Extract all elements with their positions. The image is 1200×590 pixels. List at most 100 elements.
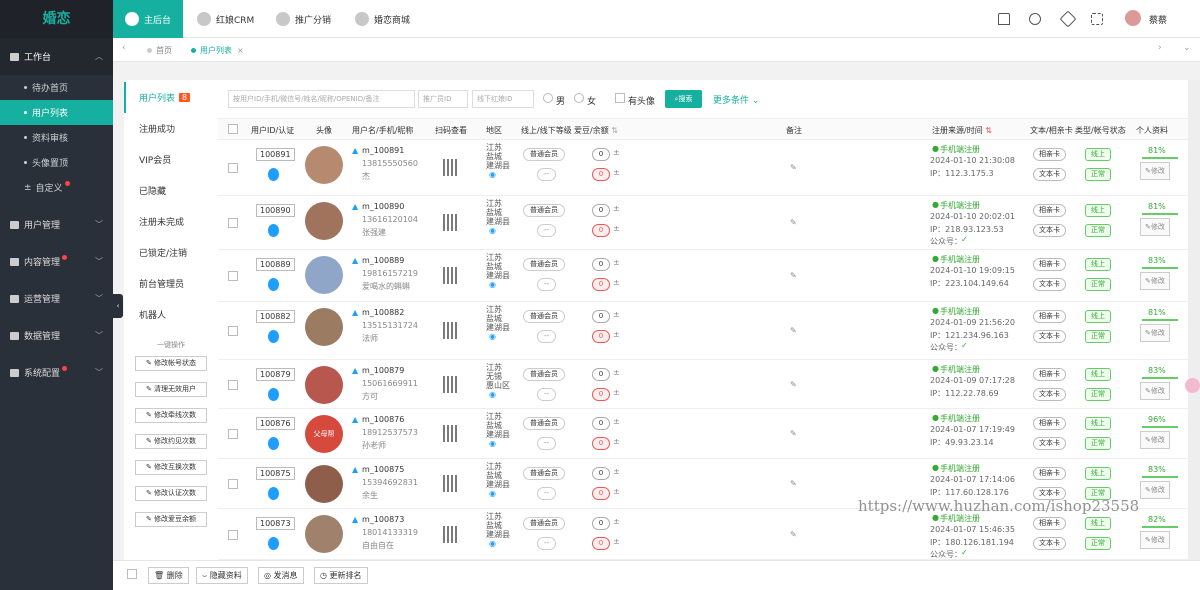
plus-minus-icon[interactable]: ± <box>613 487 620 496</box>
radio-female[interactable] <box>574 93 584 103</box>
sidebar-item-user-list[interactable]: 用户列表 <box>0 100 113 125</box>
nav-group-data[interactable]: 数据管理 ﹀ <box>0 317 113 354</box>
sidebar-item-avatar-top[interactable]: 头像置顶 <box>0 150 113 175</box>
match-card-button[interactable]: 相亲卡 <box>1033 148 1066 161</box>
qr-code-icon[interactable] <box>443 525 459 543</box>
row-checkbox[interactable] <box>228 429 238 439</box>
offline-level-pill[interactable]: -- <box>537 330 557 343</box>
plus-minus-icon[interactable]: ± <box>613 148 620 157</box>
menu-front-admin[interactable]: 前台管理员 <box>124 268 218 299</box>
level-pill[interactable]: 普通会员 <box>523 310 565 323</box>
promoter-id-input[interactable]: 推广员ID <box>418 90 468 108</box>
match-card-button[interactable]: 相亲卡 <box>1033 258 1066 271</box>
chevron-down-icon[interactable]: ⌄ <box>1183 43 1191 53</box>
edit-remark-icon[interactable]: ✎ <box>790 380 797 389</box>
avatar[interactable] <box>305 366 343 404</box>
balance-count[interactable]: 0 <box>592 224 610 237</box>
modify-button[interactable]: ✎修改 <box>1140 162 1170 180</box>
level-pill[interactable]: 普通会员 <box>523 204 565 217</box>
edit-remark-icon[interactable]: ✎ <box>790 479 797 488</box>
offline-level-pill[interactable]: -- <box>537 168 557 181</box>
avatar[interactable] <box>305 515 343 553</box>
level-pill[interactable]: 普通会员 <box>523 368 565 381</box>
qr-code-icon[interactable] <box>443 322 459 339</box>
op-button-5[interactable]: ✎ 修改认证次数 <box>135 486 207 501</box>
match-card-button[interactable]: 相亲卡 <box>1033 467 1066 480</box>
text-card-button[interactable]: 文本卡 <box>1033 537 1066 550</box>
modify-button[interactable]: ✎修改 <box>1140 431 1170 449</box>
user-name[interactable]: 蔡蔡 <box>1149 13 1167 26</box>
floating-helper-icon[interactable] <box>1185 378 1200 393</box>
qr-code-icon[interactable] <box>443 214 459 231</box>
modify-button[interactable]: ✎修改 <box>1140 272 1170 290</box>
plus-minus-icon[interactable]: ± <box>613 224 620 233</box>
clear-icon[interactable] <box>1059 10 1077 28</box>
qr-code-icon[interactable] <box>443 475 459 492</box>
op-button-0[interactable]: ✎ 修改帐号状态 <box>135 356 207 371</box>
search-button[interactable]: ⌕搜索 <box>665 90 702 108</box>
level-pill[interactable]: 普通会员 <box>523 517 565 530</box>
modify-button[interactable]: ✎修改 <box>1140 531 1170 549</box>
level-pill[interactable]: 普通会员 <box>523 148 565 161</box>
nav-group-system[interactable]: 系统配置 ﹀ <box>0 354 113 391</box>
hide-profile-button[interactable]: ⌣ 隐藏资料 <box>196 567 248 584</box>
op-button-6[interactable]: ✎ 修改爱豆余额 <box>135 512 207 527</box>
refresh-icon[interactable] <box>1029 13 1041 25</box>
col-source[interactable]: 注册来源/时间 ⇅ <box>932 125 992 136</box>
op-button-4[interactable]: ✎ 修改互换次数 <box>135 460 207 475</box>
edit-remark-icon[interactable]: ✎ <box>790 530 797 539</box>
row-checkbox[interactable] <box>228 271 238 281</box>
edit-remark-icon[interactable]: ✎ <box>790 163 797 172</box>
plus-minus-icon[interactable]: ± <box>613 417 620 426</box>
tab-promotion[interactable]: 推广分销 <box>276 0 331 38</box>
qr-code-icon[interactable] <box>443 425 459 442</box>
update-rank-button[interactable]: ◷ 更新排名 <box>314 567 368 584</box>
qr-code-icon[interactable] <box>443 159 459 176</box>
text-card-button[interactable]: 文本卡 <box>1033 168 1066 181</box>
modify-button[interactable]: ✎修改 <box>1140 481 1170 499</box>
avatar[interactable] <box>305 146 343 184</box>
scrollbar[interactable] <box>1188 80 1200 560</box>
menu-registered[interactable]: 注册成功 <box>124 113 218 144</box>
row-checkbox[interactable] <box>228 479 238 489</box>
op-button-1[interactable]: ✎ 清理无效用户 <box>135 382 207 397</box>
nav-group-ops[interactable]: 运营管理 ﹀ <box>0 280 113 317</box>
tab-crm[interactable]: 红娘CRM <box>197 0 254 38</box>
balance-count[interactable]: 0 <box>592 278 610 291</box>
page-tab-user-list[interactable]: 用户列表 × <box>191 38 244 62</box>
plus-minus-icon[interactable]: ± <box>613 467 620 476</box>
balance-count[interactable]: 0 <box>592 168 610 181</box>
edit-remark-icon[interactable]: ✎ <box>790 326 797 335</box>
level-pill[interactable]: 普通会员 <box>523 417 565 430</box>
radio-male[interactable] <box>543 93 553 103</box>
op-button-2[interactable]: ✎ 修改牵线次数 <box>135 408 207 423</box>
row-checkbox[interactable] <box>228 326 238 336</box>
op-button-3[interactable]: ✎ 修改约见次数 <box>135 434 207 449</box>
avatar[interactable]: 父母帮 <box>305 415 343 453</box>
dou-count[interactable]: 0 <box>592 368 610 381</box>
plus-minus-icon[interactable]: ± <box>613 437 620 446</box>
dou-count[interactable]: 0 <box>592 517 610 530</box>
row-checkbox[interactable] <box>228 218 238 228</box>
sidebar-collapse-toggle[interactable]: ‹ <box>113 294 123 318</box>
edit-remark-icon[interactable]: ✎ <box>790 218 797 227</box>
plus-minus-icon[interactable]: ± <box>613 388 620 397</box>
text-card-button[interactable]: 文本卡 <box>1033 330 1066 343</box>
sidebar-item-custom[interactable]: ± 自定义 <box>0 175 113 200</box>
text-card-button[interactable]: 文本卡 <box>1033 388 1066 401</box>
send-message-button[interactable]: ◎ 发消息 <box>258 567 304 584</box>
plus-minus-icon[interactable]: ± <box>613 258 620 267</box>
menu-robot[interactable]: 机器人 <box>124 299 218 330</box>
fullscreen-icon[interactable] <box>1091 13 1103 25</box>
plus-minus-icon[interactable]: ± <box>613 537 620 546</box>
avatar[interactable] <box>305 256 343 294</box>
menu-locked[interactable]: 已锁定/注销 <box>124 237 218 268</box>
balance-count[interactable]: 0 <box>592 487 610 500</box>
menu-hidden[interactable]: 已隐藏 <box>124 175 218 206</box>
nav-group-workbench[interactable]: 工作台 ︿ <box>0 38 113 75</box>
plus-minus-icon[interactable]: ± <box>613 204 620 213</box>
col-balance[interactable]: 爱豆/余额 ⇅ <box>574 125 618 136</box>
tab-scroll-left-icon[interactable]: ‹ <box>122 43 126 53</box>
avatar[interactable] <box>305 308 343 346</box>
match-card-button[interactable]: 相亲卡 <box>1033 368 1066 381</box>
